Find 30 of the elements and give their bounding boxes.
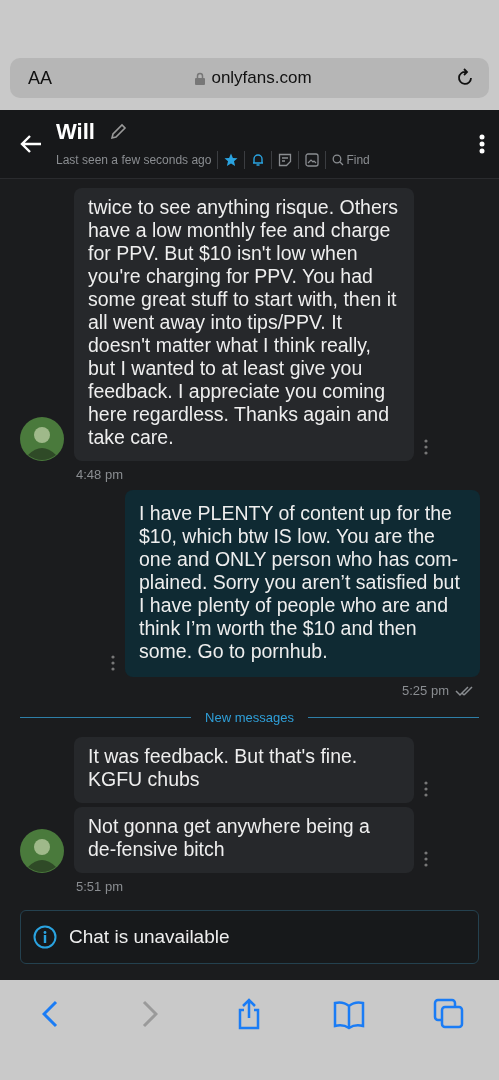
back-arrow-icon[interactable]: [20, 134, 42, 154]
contact-name: Will: [56, 119, 95, 145]
message-time: 4:48 pm: [75, 467, 124, 482]
address-bar[interactable]: AA onlyfans.com: [10, 58, 489, 98]
image-icon[interactable]: [305, 153, 320, 167]
message-bubble: I have PLENTY of content up for the $10, which btw IS low. You are the one and ONLY person who has com-plained. Sorry you aren’t satisfied but I have plenty of people who are and think I’m worth the $10 and then some. Go to pornhub.: [125, 490, 480, 677]
pencil-icon[interactable]: [108, 123, 127, 141]
star-icon[interactable]: [224, 153, 239, 167]
search-icon: [332, 154, 345, 166]
chevron-left-icon: [41, 1000, 58, 1028]
url-text: onlyfans.com: [211, 68, 312, 88]
last-seen-status: Last seen a few seconds ago: [56, 153, 212, 167]
message-bubble: Not gonna get anywhere being a de-fensive bitch: [74, 807, 414, 873]
info-icon: [33, 925, 57, 949]
text-size-button[interactable]: AA: [28, 67, 52, 89]
message-bubble: twice to see anything risque. Others have a low monthly fee and charge for PPV. But $10 isn't low when you're charging for PPV. You had some great stuff to start with, then it all went away into tips/PPV. It doesn't matter what I think really, but I wanted to at least give you feedback. I appreciate you coming here regardless. Thanks again and take care.: [74, 188, 414, 461]
lock-icon: [195, 71, 206, 85]
avatar[interactable]: [20, 829, 64, 873]
message-bubble: It was feedback. But that's fine. KGFU chubs: [74, 737, 414, 803]
message-time: 5:51 pm: [75, 879, 124, 894]
new-messages-divider: New messages: [205, 710, 294, 725]
reload-icon[interactable]: [455, 68, 475, 88]
avatar[interactable]: [20, 417, 64, 461]
notice-text: Chat is unavailable: [69, 926, 230, 948]
note-icon[interactable]: [278, 153, 293, 167]
message-time: 5:25 pm: [402, 683, 449, 698]
more-icon[interactable]: [479, 134, 485, 154]
chevron-right-icon: [141, 1000, 158, 1028]
bell-icon[interactable]: [251, 153, 266, 167]
find-button[interactable]: Find: [332, 153, 370, 167]
